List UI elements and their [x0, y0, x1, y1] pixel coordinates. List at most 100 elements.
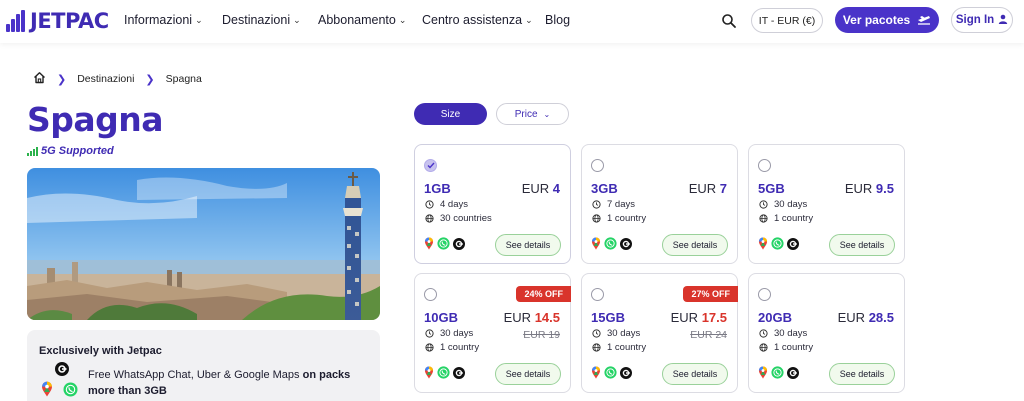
plan-radio[interactable] [424, 159, 437, 172]
plan-size: 10GB [424, 310, 458, 325]
clock-icon [425, 200, 434, 209]
check-icon [427, 162, 435, 169]
locale-selector[interactable]: IT - EUR (€) [751, 8, 823, 33]
plan-duration: 4 days [425, 199, 468, 210]
breadcrumb-destinazioni[interactable]: Destinazioni [77, 73, 134, 85]
nav-abbonamento[interactable]: Abbonamento ⌄ [318, 13, 406, 27]
nav-label: Destinazioni [222, 13, 291, 27]
clock-icon [759, 200, 768, 209]
plan-radio[interactable] [591, 288, 604, 301]
coverage-label: 1 country [774, 213, 814, 224]
plan-price: EUR 9.5 [845, 181, 894, 196]
breadcrumb-spagna: Spagna [165, 73, 202, 85]
nav-destinazioni[interactable]: Destinazioni ⌄ [222, 13, 301, 27]
sort-by-price-chip[interactable]: Price ⌄ [496, 103, 569, 125]
exclusive-title: Exclusively with Jetpac [39, 345, 162, 357]
duration-label: 7 days [607, 199, 635, 210]
plan-card[interactable]: 5GB EUR 9.5 30 days 1 country See detail… [748, 144, 905, 264]
see-details-button[interactable]: See details [829, 234, 895, 256]
user-icon [998, 14, 1008, 27]
included-apps [758, 366, 799, 379]
view-packages-button[interactable]: Ver pacotes [835, 7, 939, 33]
whatsapp-icon [604, 237, 617, 250]
nav-informazioni[interactable]: Informazioni ⌄ [124, 13, 203, 27]
plan-size: 15GB [591, 310, 625, 325]
plan-duration: 7 days [592, 199, 635, 210]
included-apps [424, 237, 465, 250]
plan-radio[interactable] [758, 159, 771, 172]
price-chip-label: Price [514, 108, 538, 120]
duration-label: 30 days [774, 328, 808, 339]
duration-label: 30 days [440, 328, 474, 339]
whatsapp-icon [604, 366, 617, 379]
maps-icon [758, 237, 768, 250]
coverage-label: 1 country [440, 342, 480, 353]
destination-hero-image [27, 168, 380, 320]
price-value: 4 [552, 181, 560, 196]
plan-card[interactable]: 24% OFF 10GB EUR 14.5 EUR 19 30 days 1 c… [414, 273, 571, 393]
plan-radio[interactable] [424, 288, 437, 301]
globe-icon [592, 343, 601, 352]
maps-icon [41, 381, 53, 401]
included-apps [591, 366, 632, 379]
sign-in-label: Sign In [955, 14, 995, 26]
plan-card[interactable]: 20GB EUR 28.5 30 days 1 country See deta… [748, 273, 905, 393]
nav-label: Centro assistenza [422, 13, 523, 27]
globe-icon [759, 343, 768, 352]
logo-bars-icon [6, 10, 26, 32]
see-details-button[interactable]: See details [495, 363, 561, 385]
coverage-label: 1 country [607, 342, 647, 353]
sign-in-button[interactable]: Sign In [951, 7, 1013, 33]
globe-icon [425, 214, 434, 223]
chevron-down-icon: ⌄ [398, 14, 407, 25]
chevron-down-icon: ⌄ [525, 14, 533, 25]
included-apps [758, 237, 799, 250]
plan-size: 5GB [758, 181, 785, 196]
whatsapp-icon [771, 366, 784, 379]
plan-card[interactable]: 27% OFF 15GB EUR 17.5 EUR 24 30 days 1 c… [581, 273, 738, 393]
uber-icon [787, 366, 799, 379]
jetpac-logo[interactable]: JETPAC [6, 9, 109, 33]
plan-duration: 30 days [592, 328, 640, 339]
price-value: 14.5 [534, 310, 560, 325]
coverage-label: 1 country [774, 342, 814, 353]
maps-icon [591, 237, 601, 250]
included-apps [591, 237, 632, 250]
sort-by-size-chip[interactable]: Size [414, 103, 487, 125]
see-details-button[interactable]: See details [829, 363, 895, 385]
old-price: EUR 24 [690, 329, 727, 341]
discount-badge: 24% OFF [516, 286, 571, 302]
plan-card[interactable]: 3GB EUR 7 7 days 1 country See details [581, 144, 738, 264]
uber-icon [453, 237, 465, 250]
whatsapp-icon [771, 237, 784, 250]
nav-blog[interactable]: Blog [545, 13, 570, 27]
discount-badge: 27% OFF [683, 286, 738, 302]
price-currency: EUR [503, 310, 532, 325]
duration-label: 30 days [607, 328, 641, 339]
plan-card[interactable]: 1GB EUR 4 4 days 30 countries See detail… [414, 144, 571, 264]
globe-icon [592, 214, 601, 223]
see-details-button[interactable]: See details [662, 363, 728, 385]
plan-price: EUR 7 [689, 181, 727, 196]
plan-radio[interactable] [591, 159, 604, 172]
plan-coverage: 1 country [759, 342, 813, 353]
clock-icon [592, 329, 601, 338]
top-navbar: JETPAC Informazioni ⌄ Destinazioni ⌄ Abbon… [0, 0, 1024, 43]
exclusive-offer-panel: Exclusively with Jetpac Free WhatsApp Ch… [27, 330, 380, 401]
plan-coverage: 1 country [592, 213, 646, 224]
plan-price: EUR 17.5 [671, 310, 727, 325]
nav-centro-assistenza[interactable]: Centro assistenza ⌄ [422, 13, 533, 27]
see-details-button[interactable]: See details [662, 234, 728, 256]
home-icon[interactable] [33, 71, 46, 87]
plane-icon [917, 13, 931, 28]
price-currency: EUR [521, 181, 550, 196]
search-icon[interactable] [721, 13, 737, 29]
see-details-button[interactable]: See details [495, 234, 561, 256]
price-value: 7 [719, 181, 727, 196]
breadcrumb: ❯ Destinazioni ❯ Spagna [33, 71, 202, 87]
price-value: 17.5 [701, 310, 727, 325]
plan-radio[interactable] [758, 288, 771, 301]
network-badge-label: 5G Supported [41, 145, 114, 157]
price-value: 9.5 [875, 181, 894, 196]
coverage-label: 1 country [607, 213, 647, 224]
